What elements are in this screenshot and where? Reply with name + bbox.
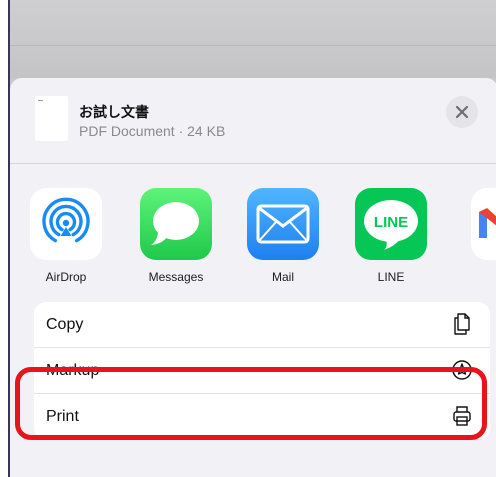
action-copy[interactable]: Copy [34,302,490,348]
document-subtitle: PDF Document · 24 KB [79,123,226,139]
document-title: お試し文書 [79,104,149,120]
action-markup[interactable]: Markup [34,348,490,394]
app-label-mail: Mail [271,270,294,284]
dimmed-background [10,0,496,78]
airdrop-icon [30,188,102,260]
app-label-messages: Messages [148,270,204,284]
header-divider [10,163,496,164]
app-label-line: LINE [377,270,405,284]
app-airdrop[interactable]: AirDrop [26,188,106,284]
close-icon [455,105,469,119]
print-icon [453,406,471,426]
line-icon: LINE [355,188,427,260]
close-button[interactable] [446,96,478,128]
document-header: お試し文書 PDF Document · 24 KB [10,78,496,164]
app-line[interactable]: LINE LINE [351,188,431,284]
app-gmail[interactable]: G [467,188,496,284]
app-label-gmail: G [467,270,496,284]
gmail-icon [471,188,496,260]
action-label-markup: Markup [46,361,100,379]
copy-icon [454,313,470,335]
action-list: Copy Markup Print [34,302,490,440]
share-sheet: お試し文書 PDF Document · 24 KB AirDrop Messa… [10,78,496,477]
app-row: AirDrop Messages Mail LINE LINE [10,188,496,298]
document-thumbnail [35,96,68,141]
mail-icon [247,188,319,260]
action-label-print: Print [46,407,79,425]
action-label-copy: Copy [46,315,84,333]
app-messages[interactable]: Messages [136,188,216,284]
action-print[interactable]: Print [34,394,490,440]
app-mail[interactable]: Mail [243,188,323,284]
markup-icon [452,360,472,380]
line-icon-text: LINE [374,214,408,231]
messages-icon [140,188,212,260]
app-label-airdrop: AirDrop [45,270,87,284]
screenshot-frame: お試し文書 PDF Document · 24 KB AirDrop Messa… [8,0,496,477]
